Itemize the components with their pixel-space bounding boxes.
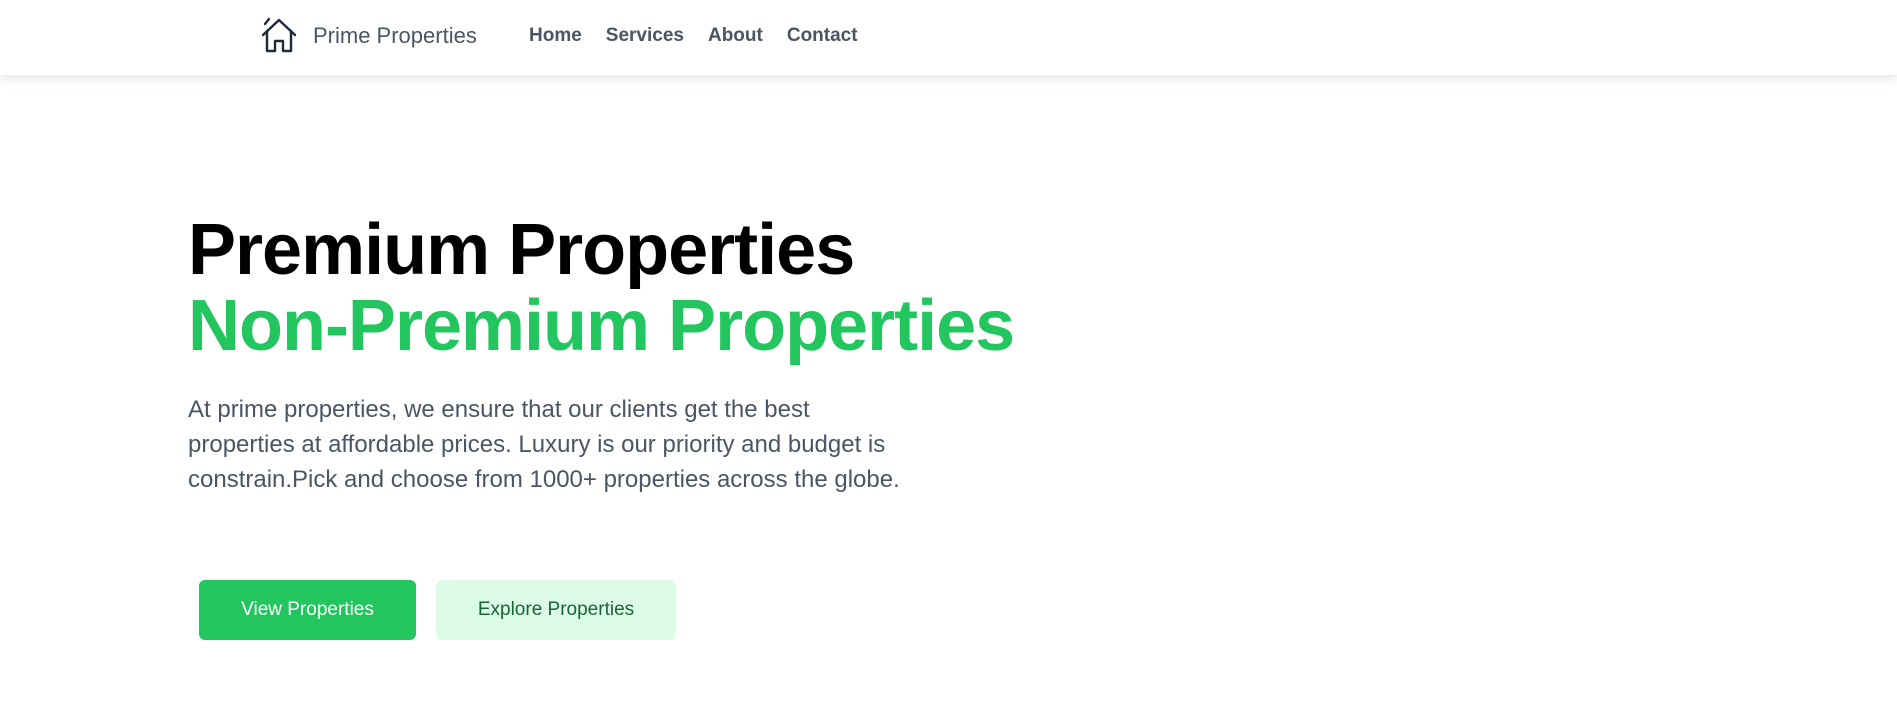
hero-heading-block: Premium Properties Non-Premium Propertie…: [188, 212, 1188, 364]
hero-title-line-1: Premium Properties: [188, 210, 855, 290]
nav-link-services[interactable]: Services: [606, 25, 684, 47]
hero-description: At prime properties, we ensure that our …: [188, 396, 900, 493]
brand-name: Prime Properties: [313, 23, 477, 48]
house-icon: [261, 17, 297, 53]
explore-properties-button[interactable]: Explore Properties: [436, 580, 676, 640]
nav-link-about[interactable]: About: [708, 25, 763, 47]
brand-link[interactable]: Prime Properties: [259, 16, 477, 56]
view-properties-button[interactable]: View Properties: [199, 580, 416, 640]
top-navbar: Prime Properties Home Services About Con…: [0, 0, 1897, 75]
nav-link-contact[interactable]: Contact: [787, 25, 858, 47]
hero-title: Premium Properties Non-Premium Propertie…: [188, 212, 1188, 364]
nav-link-home[interactable]: Home: [529, 25, 582, 47]
hero-title-line-2: Non-Premium Properties: [188, 286, 1015, 366]
main-nav: Home Services About Contact: [529, 22, 882, 50]
